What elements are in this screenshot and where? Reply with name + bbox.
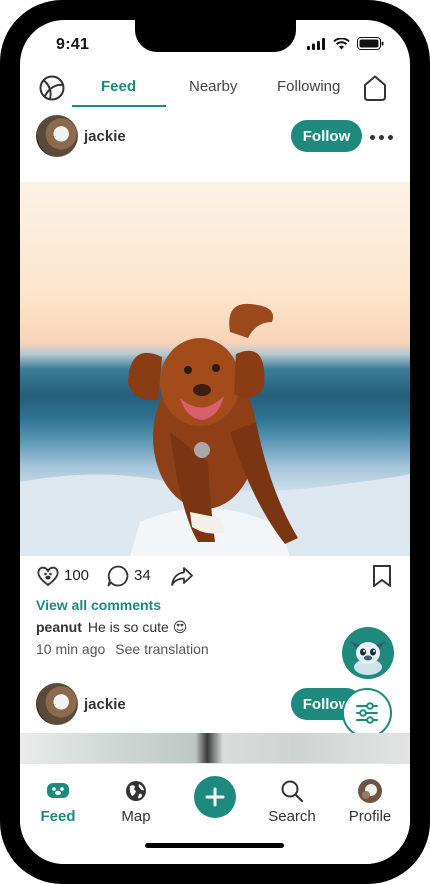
post-photo[interactable]: [20, 733, 410, 763]
username[interactable]: jackie: [84, 128, 126, 145]
ai-assistant-button[interactable]: [342, 627, 394, 679]
bookmark-icon[interactable]: [371, 564, 393, 588]
battery-icon: [357, 37, 384, 50]
top-nav: Feed Nearby Following: [20, 72, 410, 112]
sport-ball-icon[interactable]: [39, 75, 65, 101]
active-tab-indicator: [72, 105, 166, 107]
robot-dog-icon: [350, 641, 386, 675]
nav-label-search: Search: [268, 808, 316, 825]
wifi-icon: [333, 37, 350, 49]
tab-following[interactable]: Following: [277, 78, 340, 95]
plus-icon: [205, 787, 225, 807]
username[interactable]: jackie: [84, 696, 126, 713]
comment-author[interactable]: peanut: [36, 619, 82, 635]
app-screen: 9:41 Feed Nearby Following jackie Follow…: [20, 20, 410, 864]
comment-icon[interactable]: [106, 564, 130, 588]
nav-label-profile: Profile: [348, 808, 392, 825]
nav-item-search[interactable]: Search: [257, 778, 327, 825]
home-indicator: [145, 843, 284, 848]
view-all-comments-link[interactable]: View all comments: [36, 597, 161, 613]
search-icon: [281, 780, 304, 803]
bottom-nav: Feed Map Search Profile: [20, 763, 410, 864]
nav-item-feed[interactable]: Feed: [23, 778, 93, 825]
paw-heart-icon[interactable]: [36, 565, 60, 587]
see-translation-link[interactable]: See translation: [115, 641, 208, 657]
filter-button[interactable]: [342, 688, 392, 738]
avatar[interactable]: [36, 683, 78, 725]
add-post-button[interactable]: [194, 776, 236, 818]
nav-label-feed: Feed: [40, 808, 76, 825]
status-time: 9:41: [56, 36, 90, 53]
post-photo[interactable]: [20, 182, 410, 556]
globe-icon: [126, 781, 146, 801]
more-options-icon[interactable]: [370, 135, 393, 140]
post-meta: 10 min ago See translation: [36, 641, 209, 657]
paw-feed-icon: [47, 783, 69, 798]
comment-count: 34: [134, 567, 151, 584]
nav-item-profile[interactable]: Profile: [335, 778, 405, 825]
signal-icon: [307, 37, 325, 50]
sliders-icon: [356, 702, 378, 724]
comment-preview: peanut He is so cute 😍: [36, 619, 187, 636]
post-actions: 100 34: [20, 560, 410, 592]
home-outline-icon[interactable]: [361, 74, 389, 102]
post-header: jackie Follow: [20, 115, 410, 159]
nav-label-map: Map: [121, 808, 151, 825]
like-count: 100: [64, 567, 90, 584]
post-time: 10 min ago: [36, 641, 106, 657]
avatar[interactable]: [36, 115, 78, 157]
nav-item-map[interactable]: Map: [101, 778, 171, 825]
profile-avatar-icon: [358, 779, 382, 803]
status-icons: [307, 37, 384, 50]
phone-frame: 9:41 Feed Nearby Following jackie Follow…: [0, 0, 430, 884]
follow-button[interactable]: Follow: [291, 120, 362, 152]
tab-feed[interactable]: Feed: [101, 78, 136, 95]
comment-text: He is so cute 😍: [87, 619, 188, 635]
notch: [135, 20, 296, 52]
share-icon[interactable]: [170, 565, 194, 587]
dog-on-beach-illustration: [20, 303, 410, 556]
tab-nearby[interactable]: Nearby: [189, 78, 237, 95]
